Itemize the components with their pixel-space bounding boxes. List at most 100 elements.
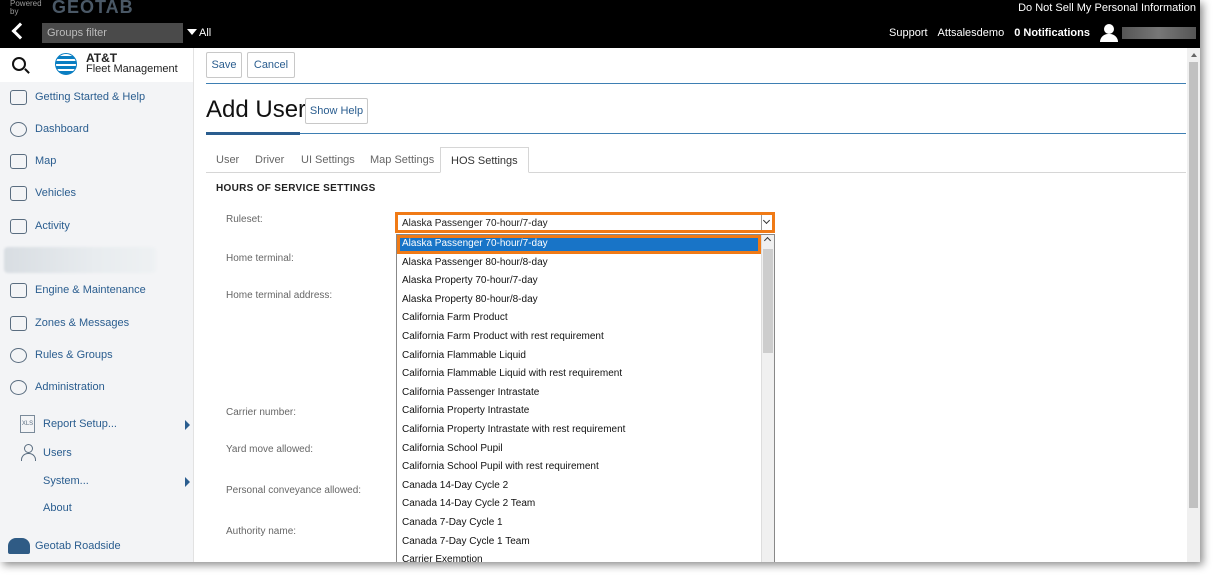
help-kit-icon	[10, 89, 27, 105]
authority-name-label: Authority name:	[226, 526, 297, 537]
sidebar-subitem-users[interactable]: Users	[0, 443, 194, 465]
ruleset-option[interactable]: Canada 7-Day Cycle 1	[397, 514, 761, 533]
ruleset-option-selected[interactable]: Alaska Passenger 70-hour/7-day	[397, 235, 761, 254]
carrier-number-label: Carrier number:	[226, 407, 297, 418]
wrench-icon	[10, 282, 27, 298]
powered-by-text: Powered by	[10, 0, 42, 16]
ruleset-select[interactable]: Alaska Passenger 70-hour/7-day	[395, 212, 775, 233]
truck-icon	[10, 185, 27, 201]
app-window: Powered by GEOTAB Do Not Sell My Persona…	[0, 0, 1200, 562]
sidebar-item-label: Administration	[35, 381, 105, 393]
all-label: All	[199, 27, 212, 39]
tab-hos-settings[interactable]: HOS Settings	[440, 147, 529, 173]
sidebar-item-vehicles[interactable]: Vehicles	[0, 181, 194, 205]
ruleset-option[interactable]: California Property Intrastate	[397, 402, 761, 421]
sidebar-item-geotab-roadside[interactable]: Geotab Roadside	[0, 534, 194, 558]
ruleset-option[interactable]: California Farm Product	[397, 309, 761, 328]
sidebar-item-label: Activity	[35, 220, 70, 232]
top-bar: Powered by GEOTAB Do Not Sell My Persona…	[0, 0, 1200, 48]
zone-pencil-icon	[10, 315, 27, 331]
ruleset-option[interactable]: California School Pupil	[397, 440, 761, 459]
tab-driver[interactable]: Driver	[255, 147, 284, 173]
sidebar: AT&T Fleet Management Getting Started & …	[0, 48, 194, 562]
sidebar-header: AT&T Fleet Management	[0, 48, 193, 82]
sidebar-item-label: Rules & Groups	[35, 349, 113, 361]
ruleset-option[interactable]: California Passenger Intrastate	[397, 384, 761, 403]
gauge-icon	[10, 121, 27, 137]
brand-logo: AT&T Fleet Management	[86, 52, 178, 75]
ruleset-option[interactable]: Canada 14-Day Cycle 2 Team	[397, 495, 761, 514]
back-arrow-icon[interactable]	[10, 22, 28, 42]
ruleset-option[interactable]: Carrier Exemption	[397, 551, 761, 562]
user-icon[interactable]	[1098, 24, 1120, 42]
support-link[interactable]: Support	[889, 27, 928, 39]
roadside-truck-icon	[8, 538, 30, 554]
notifications-link[interactable]: 0 Notifications	[1014, 27, 1090, 39]
page-scroll-thumb[interactable]	[1189, 62, 1198, 508]
chevron-right-icon	[185, 477, 190, 487]
do-not-sell-link[interactable]: Do Not Sell My Personal Information	[1018, 2, 1196, 14]
geotab-logo: GEOTAB	[52, 0, 134, 17]
ruleset-option[interactable]: Canada 7-Day Cycle 1 Team	[397, 533, 761, 552]
sidebar-item-map[interactable]: Map	[0, 149, 194, 173]
section-title: HOURS OF SERVICE SETTINGS	[216, 183, 376, 194]
user-name-redacted[interactable]	[1122, 27, 1196, 39]
ruleset-options: Alaska Passenger 70-hour/7-day Alaska Pas…	[397, 235, 761, 562]
search-icon[interactable]	[12, 57, 26, 71]
ruleset-option[interactable]: Alaska Property 80-hour/8-day	[397, 291, 761, 310]
groups-filter-input[interactable]	[42, 23, 183, 43]
sidebar-item-label: Engine & Maintenance	[35, 284, 146, 296]
sidebar-item-label: Map	[35, 155, 57, 167]
sidebar-subitem-report-setup[interactable]: XLS Report Setup...	[0, 414, 194, 436]
sidebar-item-administration[interactable]: Administration	[0, 375, 194, 399]
ruleset-option[interactable]: California Flammable Liquid with rest re…	[397, 365, 761, 384]
sidebar-subitem-label: System...	[43, 475, 89, 487]
ruleset-dropdown-list[interactable]: Alaska Passenger 70-hour/7-day Alaska Pas…	[396, 234, 775, 562]
tab-user[interactable]: User	[216, 147, 239, 173]
chevron-right-icon	[185, 420, 190, 430]
scroll-up-icon[interactable]	[1191, 53, 1197, 57]
save-button[interactable]: Save	[206, 52, 242, 78]
sidebar-item-getting-started[interactable]: Getting Started & Help	[0, 85, 194, 109]
sidebar-item-label: Geotab Roadside	[35, 540, 121, 552]
ruleset-option[interactable]: California Property Intrastate with rest…	[397, 421, 761, 440]
account-link[interactable]: Attsalesdemo	[938, 27, 1005, 39]
sidebar-subitem-label: Users	[43, 447, 72, 459]
ruleset-option[interactable]: California Flammable Liquid	[397, 347, 761, 366]
ruleset-option[interactable]: Canada 14-Day Cycle 2	[397, 477, 761, 496]
personal-conveyance-label: Personal conveyance allowed:	[226, 485, 362, 496]
home-terminal-label: Home terminal:	[226, 253, 294, 264]
sidebar-item-zones-messages[interactable]: Zones & Messages	[0, 311, 194, 335]
ruleset-option[interactable]: California Farm Product with rest requir…	[397, 328, 761, 347]
ruleset-option[interactable]: Alaska Property 70-hour/7-day	[397, 272, 761, 291]
sidebar-item-rules-groups[interactable]: Rules & Groups	[0, 343, 194, 367]
show-help-button[interactable]: Show Help	[305, 98, 368, 124]
ruleset-option[interactable]: Alaska Passenger 80-hour/8-day	[397, 254, 761, 273]
groups-all-toggle[interactable]: All	[187, 27, 211, 39]
chevron-down-icon[interactable]	[761, 215, 772, 230]
cancel-button[interactable]: Cancel	[247, 52, 295, 78]
title-divider	[206, 133, 1186, 134]
tab-map-settings[interactable]: Map Settings	[370, 147, 434, 173]
page-title: Add User	[206, 96, 307, 123]
sidebar-subitem-label: About	[43, 502, 72, 514]
att-globe-icon	[55, 53, 77, 75]
main-content: Save Cancel Add User Show Help User Driv…	[195, 48, 1187, 562]
sidebar-item-label: Vehicles	[35, 187, 76, 199]
sidebar-subitem-about[interactable]: About	[0, 498, 194, 520]
toolbar-divider	[206, 83, 1186, 84]
ruleset-option[interactable]: California School Pupil with rest requir…	[397, 458, 761, 477]
sidebar-item-activity[interactable]: Activity	[0, 214, 194, 238]
redacted-sidebar-item[interactable]	[4, 247, 156, 273]
tab-ui-settings[interactable]: UI Settings	[301, 147, 355, 173]
sidebar-item-engine-maintenance[interactable]: Engine & Maintenance	[0, 278, 194, 302]
sidebar-subitem-system[interactable]: System...	[0, 471, 194, 493]
dropdown-scroll-thumb[interactable]	[763, 249, 773, 353]
sidebar-item-label: Dashboard	[35, 123, 89, 135]
tabs-divider	[206, 172, 1186, 173]
dropdown-scrollbar[interactable]	[761, 235, 774, 562]
sidebar-item-dashboard[interactable]: Dashboard	[0, 117, 194, 141]
scroll-up-icon[interactable]	[763, 236, 772, 245]
page-scrollbar[interactable]	[1187, 48, 1200, 562]
user-outline-icon	[21, 444, 36, 461]
